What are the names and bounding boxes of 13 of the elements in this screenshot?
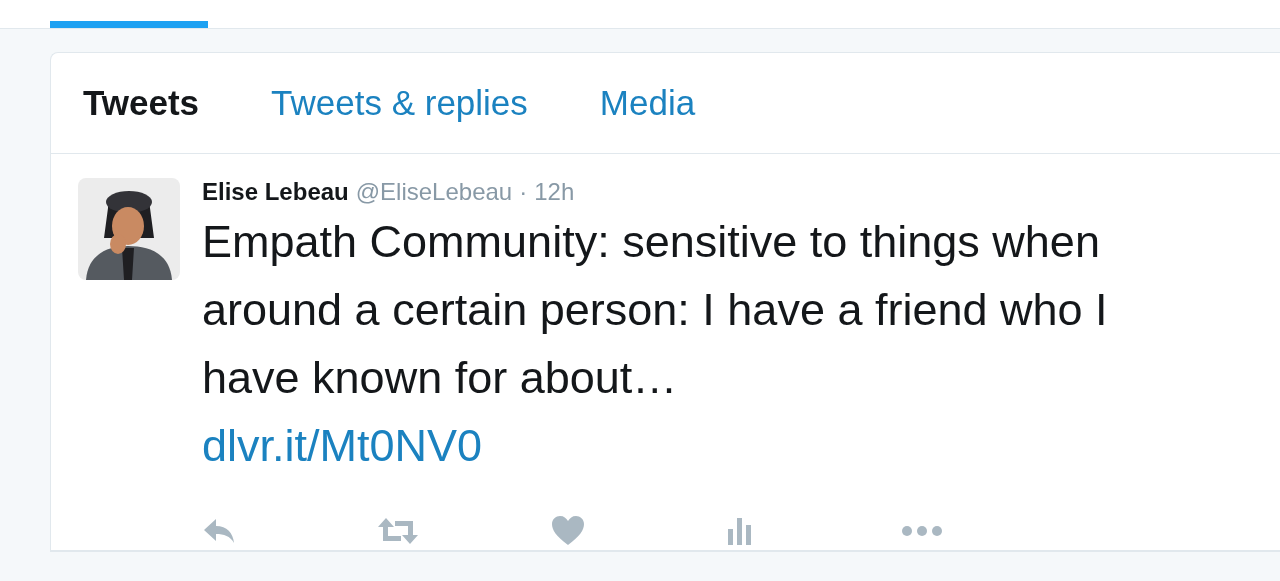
more-icon <box>902 526 942 536</box>
heart-icon <box>552 516 584 546</box>
separator-dot: · <box>519 178 528 206</box>
profile-tab[interactable]: Tweets & replies <box>271 83 528 123</box>
retweet-icon <box>377 517 419 545</box>
bar-chart-icon <box>727 517 753 545</box>
author-handle: @EliseLebeau <box>355 178 513 206</box>
author-name: Elise Lebeau <box>202 178 349 206</box>
tweet-link[interactable]: dlvr.it/Mt0NV0 <box>202 412 483 480</box>
tweet-text: Empath Community: sensitive to things when around a certain person: I have a friend who I have known for about… <box>202 215 1109 405</box>
profile-tab[interactable]: Media <box>599 83 696 123</box>
tweet-time: 12h <box>534 178 575 206</box>
profile-tab[interactable]: Tweets <box>83 83 200 123</box>
